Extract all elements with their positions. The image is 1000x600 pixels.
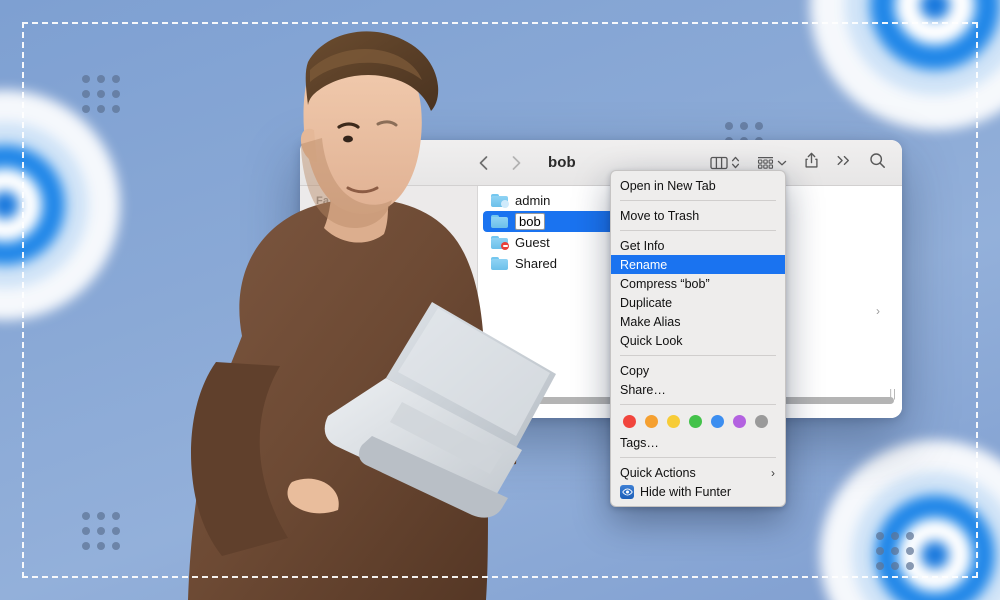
- share-upload-icon: [805, 152, 818, 168]
- menu-item-copy[interactable]: Copy: [611, 361, 785, 380]
- menu-item-rename[interactable]: Rename: [611, 255, 785, 274]
- menu-separator: [620, 404, 776, 405]
- menu-item-tags[interactable]: Tags…: [611, 433, 785, 452]
- chevron-right-icon: ›: [876, 304, 880, 318]
- tag-color-swatches: [611, 410, 785, 433]
- chevron-down-icon: [777, 160, 787, 165]
- submenu-chevron-right-icon: ›: [771, 465, 775, 480]
- search-icon: [870, 152, 885, 168]
- menu-item-compress[interactable]: Compress “bob”: [611, 274, 785, 293]
- up-down-stepper-icon: [731, 156, 740, 169]
- menu-item-share[interactable]: Share…: [611, 380, 785, 399]
- menu-item-get-info[interactable]: Get Info: [611, 236, 785, 255]
- menu-item-make-alias[interactable]: Make Alias: [611, 312, 785, 331]
- person-photo: [96, 6, 656, 600]
- menu-separator: [620, 200, 776, 201]
- decorative-swirl-top-right: [810, 0, 1000, 130]
- funter-eye-icon: [620, 484, 634, 499]
- search-button[interactable]: [869, 152, 886, 174]
- tag-color-green[interactable]: [689, 415, 702, 428]
- group-grid-icon: [757, 156, 774, 169]
- tag-color-gray[interactable]: [755, 415, 768, 428]
- more-button[interactable]: [836, 154, 852, 172]
- columns-view-icon: [710, 156, 728, 169]
- file-column-two: › ||: [768, 186, 902, 418]
- decorative-swirl-bottom-right: [820, 440, 1000, 600]
- menu-item-quick-look[interactable]: Quick Look: [611, 331, 785, 350]
- tag-color-purple[interactable]: [733, 415, 746, 428]
- tag-color-yellow[interactable]: [667, 415, 680, 428]
- share-button[interactable]: [804, 152, 819, 174]
- tag-color-orange[interactable]: [645, 415, 658, 428]
- menu-item-hide-with-funter[interactable]: Hide with Funter: [611, 482, 785, 501]
- tag-color-red[interactable]: [623, 415, 636, 428]
- menu-separator: [620, 457, 776, 458]
- menu-item-move-to-trash[interactable]: Move to Trash: [611, 206, 785, 225]
- decorative-dot-grid: [876, 532, 914, 570]
- menu-separator: [620, 355, 776, 356]
- screenshot-stage: bob admin bob Guest Shared › || Open in …: [0, 0, 1000, 600]
- view-columns-button[interactable]: [710, 155, 740, 170]
- context-menu: Open in New Tab Move to Trash Get Info R…: [610, 170, 786, 507]
- tag-color-blue[interactable]: [711, 415, 724, 428]
- double-chevron-right-icon: [837, 155, 849, 165]
- group-by-button[interactable]: [757, 156, 787, 170]
- menu-item-quick-actions[interactable]: Quick Actions ›: [611, 463, 785, 482]
- menu-separator: [620, 230, 776, 231]
- menu-item-open-in-new-tab[interactable]: Open in New Tab: [611, 176, 785, 195]
- menu-item-duplicate[interactable]: Duplicate: [611, 293, 785, 312]
